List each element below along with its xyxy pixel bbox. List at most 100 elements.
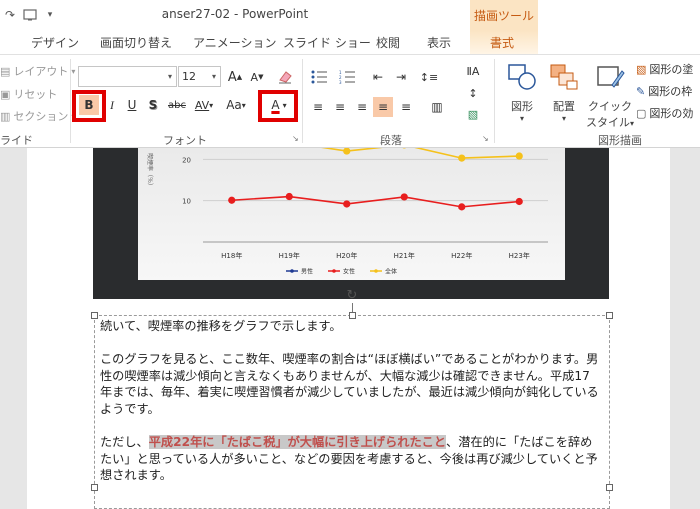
title-bar: ↷ ▾ anser27-02 - PowerPoint 描画ツール <box>0 0 700 30</box>
character-spacing-button[interactable]: AV ▾ <box>190 95 218 115</box>
y-axis-label: 喫煙率（％） <box>146 153 154 189</box>
resize-handle[interactable] <box>91 312 98 319</box>
eraser-icon <box>279 71 292 84</box>
tab-slideshow[interactable]: スライド ショー <box>283 34 371 51</box>
increase-indent-icon[interactable]: ⇥ <box>392 67 410 87</box>
x-tick-label: H20年 <box>336 251 357 260</box>
font-color-highlight-box <box>258 90 298 122</box>
legend-marker <box>332 269 336 273</box>
decrease-indent-icon[interactable]: ⇤ <box>369 67 387 87</box>
resize-handle[interactable] <box>606 484 613 491</box>
chevron-down-icon: ▾ <box>519 114 524 123</box>
clear-formatting-button[interactable] <box>275 67 295 87</box>
shape-effects-button[interactable]: ▢ 図形の効 <box>636 105 693 121</box>
layout-button[interactable]: ▤ レイアウト ▾ <box>0 63 75 79</box>
x-tick-label: H21年 <box>394 251 415 260</box>
x-tick-label: H18年 <box>221 251 242 260</box>
shape-fill-button[interactable]: ▧ 図形の塗 <box>636 61 693 77</box>
shapes-icon <box>508 64 536 90</box>
text-box-content[interactable]: 続いて、喫煙率の推移をグラフで示します。 このグラフを見ると、ここ数年、喫煙率の… <box>100 318 602 484</box>
smartart-icon[interactable]: ▧ <box>460 104 486 124</box>
shape-effects-icon: ▢ <box>636 106 647 120</box>
section-button[interactable]: ▥ セクション ▾ <box>0 108 75 124</box>
series-line-女性 <box>231 195 520 208</box>
reset-icon: ▣ <box>0 87 11 101</box>
justify-icon[interactable]: ≡ <box>373 97 393 117</box>
change-case-button[interactable]: Aa ▾ <box>222 95 250 115</box>
numbering-icon: 123 <box>339 70 355 84</box>
tab-view[interactable]: 表示 <box>427 34 451 51</box>
paragraph-dialog-launcher-icon[interactable]: ↘ <box>482 134 489 143</box>
arrange-icon <box>550 64 578 90</box>
grow-font-button[interactable]: A ▲ <box>226 67 244 87</box>
x-tick-label: H23年 <box>509 251 530 260</box>
columns-icon[interactable]: ▥ <box>425 97 449 117</box>
group-separator <box>302 59 303 143</box>
reset-button[interactable]: ▣ リセット <box>0 86 57 102</box>
paragraph-group-label: 段落 <box>380 134 402 147</box>
align-right-icon[interactable]: ≡ <box>353 97 371 117</box>
rotate-handle-icon[interactable]: ↻ <box>345 289 359 303</box>
drawing-tools-context-tab: 描画ツール <box>470 0 538 30</box>
x-tick-label: H22年 <box>451 251 472 260</box>
shrink-font-button[interactable]: A ▼ <box>249 67 265 87</box>
y-tick-label: 20 <box>182 156 191 164</box>
quick-styles-icon <box>597 66 625 88</box>
shape-outline-button[interactable]: ✎ 図形の枠 <box>636 83 692 99</box>
chart-image[interactable]: H18年 H19年 H20年 H21年 H22年 H23年 20 10 喫煙率（％） 男性 女性… <box>93 138 609 299</box>
data-point <box>458 203 466 211</box>
chevron-down-icon[interactable]: ▾ <box>208 72 220 81</box>
align-center-icon[interactable]: ≡ <box>331 97 349 117</box>
numbering-button[interactable]: 123 <box>337 67 361 87</box>
selected-text[interactable]: 平成22年に「たばこ税」が大幅に引き上げられたこと <box>148 435 447 450</box>
section-icon: ▥ <box>0 109 11 123</box>
y-tick-label: 10 <box>182 198 191 206</box>
chevron-down-icon: ▾ <box>561 114 566 123</box>
bullets-button[interactable] <box>309 67 333 87</box>
series-line-全体 <box>231 141 520 159</box>
arrange-button[interactable]: 配置 ▾ <box>544 61 584 123</box>
tab-transitions[interactable]: 画面切り替え <box>100 34 172 51</box>
drawing-group-label: 図形描画 <box>598 134 642 147</box>
font-name-combo[interactable]: ▾ <box>78 66 177 87</box>
align-left-icon[interactable]: ≡ <box>309 97 327 117</box>
data-point <box>343 200 351 208</box>
underline-button[interactable]: U <box>124 95 140 115</box>
tab-design[interactable]: デザイン <box>31 34 79 51</box>
line-chart: H18年 H19年 H20年 H21年 H22年 H23年 20 10 喫煙率（％） 男性 女性… <box>146 138 548 276</box>
slides-group-label: ライド <box>0 134 33 147</box>
paragraph-2: このグラフを見ると、ここ数年、喫煙率の割合は“ほぼ横ばい”であることがわかります… <box>100 352 599 416</box>
tab-review[interactable]: 校閲 <box>376 34 400 51</box>
legend-label: 女性 <box>343 268 355 276</box>
data-point <box>285 192 293 201</box>
paragraph-3: ただし、平成22年に「たばこ税」が大幅に引き上げられたこと、潜在的に「たばこを辞… <box>100 435 598 483</box>
tab-format[interactable]: 書式 <box>490 34 514 51</box>
quick-styles-button[interactable]: クイック スタイル▾ <box>586 61 634 130</box>
resize-handle[interactable] <box>91 484 98 491</box>
shapes-button[interactable]: 図形 ▾ <box>502 61 542 123</box>
data-point <box>515 197 523 206</box>
window-title: anser27-02 - PowerPoint <box>161 7 309 21</box>
data-point <box>400 193 408 201</box>
resize-handle[interactable] <box>606 312 613 319</box>
group-separator <box>70 59 71 143</box>
strikethrough-button[interactable]: abc <box>166 95 188 115</box>
font-dialog-launcher-icon[interactable]: ↘ <box>292 134 299 143</box>
tab-animations[interactable]: アニメーション <box>193 34 277 51</box>
bullets-icon <box>311 70 327 84</box>
paint-bucket-icon: ▧ <box>636 62 647 76</box>
paragraph-1: 続いて、喫煙率の推移をグラフで示します。 <box>100 319 342 333</box>
pen-icon: ✎ <box>636 84 646 98</box>
line-spacing-icon[interactable]: ↕≡ <box>420 67 438 87</box>
italic-button[interactable]: I <box>104 95 120 115</box>
chevron-down-icon[interactable]: ▾ <box>164 72 176 81</box>
shadow-button[interactable]: S <box>145 95 161 115</box>
distributed-icon[interactable]: ≡ <box>397 97 415 117</box>
ribbon: ▤ レイアウト ▾ ▣ リセット ▥ セクション ▾ ライド ▾ 12 ▾ A ▲ A ▼ B … <box>0 54 700 148</box>
font-group-label: フォント <box>163 134 207 147</box>
text-direction-icon[interactable]: ⅡA <box>460 61 486 81</box>
data-point <box>515 152 523 160</box>
font-size-combo[interactable]: 12 ▾ <box>178 66 221 87</box>
align-text-icon[interactable]: ↕ <box>460 83 486 103</box>
